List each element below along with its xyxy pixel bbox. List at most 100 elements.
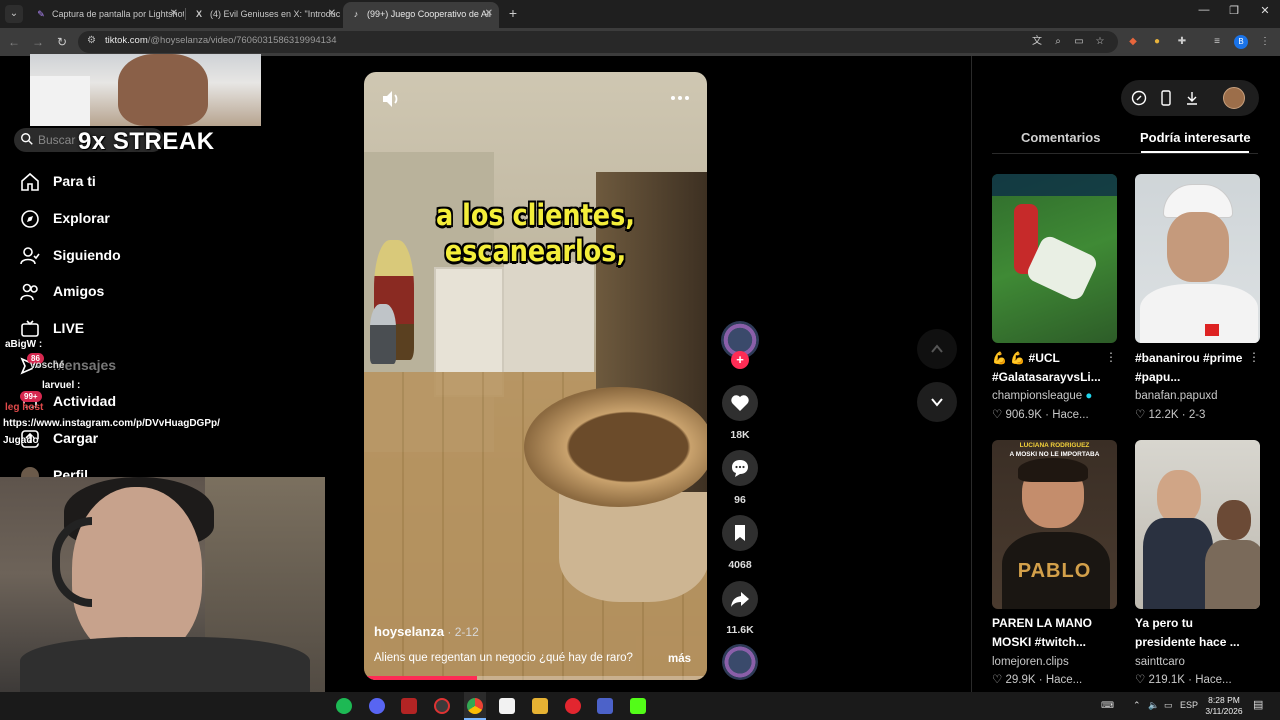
url-text: tiktok.com/@hoyselanza/video/76060315863… (105, 35, 337, 46)
app-icon[interactable] (401, 698, 417, 714)
forward-button[interactable]: → (30, 34, 46, 50)
bookmark-icon (735, 525, 745, 541)
video-thumbnail[interactable] (1135, 440, 1260, 609)
sidebar-item-amigos[interactable]: Amigos (20, 280, 220, 304)
video-author[interactable]: hoyselanza · 2-12 (374, 624, 479, 639)
keyboard-icon[interactable]: ⌨ (1101, 700, 1114, 711)
extensions-puzzle-icon[interactable]: ✚ (1175, 35, 1189, 49)
cast-icon[interactable]: ▭ (1072, 35, 1086, 49)
top-tools-pill (1121, 80, 1259, 116)
chevron-down-icon (931, 398, 943, 407)
comment-count: 96 (734, 494, 746, 506)
search-icon (21, 133, 33, 145)
sidebar-item-para-ti[interactable]: Para ti (20, 170, 220, 194)
reading-list-icon[interactable]: ≡ (1210, 35, 1224, 49)
share-button[interactable] (722, 581, 758, 617)
sidebar-item-cargar[interactable]: Cargar (20, 427, 220, 451)
reload-button[interactable]: ↻ (54, 34, 70, 50)
tab-search-button[interactable]: ⌄ (5, 5, 23, 23)
video-thumbnail[interactable] (992, 174, 1117, 343)
close-tab-icon[interactable]: ✕ (485, 2, 493, 26)
app-icon[interactable] (597, 698, 613, 714)
live-icon (21, 320, 39, 337)
extension-icon[interactable]: ● (1150, 35, 1164, 49)
profile-avatar[interactable]: B (1234, 35, 1248, 49)
comment-icon (732, 460, 748, 477)
video-player[interactable]: a los clientes, escanearlos, hoyselanza … (364, 72, 707, 680)
jugando-overlay: Jugado (3, 435, 39, 446)
next-video-button[interactable] (917, 382, 957, 422)
extension-icon[interactable]: ◆ (1126, 35, 1140, 49)
previous-video-button[interactable] (917, 329, 957, 369)
webcam-overlay-bottom (0, 477, 325, 692)
notifications-icon[interactable]: ▤ (1253, 698, 1263, 711)
system-clock[interactable]: 8:28 PM 3/11/2026 (1198, 695, 1250, 717)
tiktok-icon: ♪ (353, 9, 359, 19)
sidebar-item-actividad[interactable]: Actividad (20, 390, 220, 414)
sidebar-item-explorar[interactable]: Explorar (20, 207, 220, 231)
card-title[interactable]: 💪 💪 #UCL #GalatasarayvsLi... (992, 349, 1104, 387)
close-window-button[interactable]: ✕ (1250, 4, 1280, 17)
chat-user: aBigW : (5, 339, 43, 350)
download-icon[interactable] (1184, 90, 1200, 106)
video-thumbnail[interactable] (1135, 174, 1260, 343)
minimize-button[interactable]: — (1189, 4, 1219, 16)
address-bar[interactable]: ⚙ tiktok.com/@hoyselanza/video/760603158… (78, 31, 1118, 53)
volume-icon[interactable] (380, 88, 402, 110)
card-stats: ♡ 12.2K · 2-3 (1135, 409, 1206, 421)
card-username[interactable]: banafan.papuxd (1135, 390, 1218, 402)
thumbnail-text: LUCIANA RODRIGUEZ (1019, 442, 1090, 449)
card-username[interactable]: lomejoren.clips (992, 656, 1069, 668)
chrome-icon[interactable] (467, 698, 483, 714)
card-more-icon[interactable]: ⋮ (1105, 350, 1117, 364)
speaker-icon[interactable]: 🔈 (1148, 700, 1159, 711)
browser-tab-tiktok[interactable]: ♪ (99+) Juego Cooperativo de Ali ✕ (343, 2, 499, 28)
browser-tab-lightshot[interactable]: ✎ Captura de pantalla por Lightshot ✕ (28, 2, 184, 28)
video-thumbnail[interactable]: LUCIANA RODRIGUEZ A MOSKI NO LE IMPORTAB… (992, 440, 1117, 609)
translate-icon[interactable]: 文 (1030, 35, 1044, 49)
close-tab-icon[interactable]: ✕ (328, 2, 336, 26)
network-icon[interactable]: ▭ (1164, 700, 1173, 711)
card-username[interactable]: sainttcaro (1135, 656, 1185, 668)
card-title[interactable]: #bananirou #prime #papu... (1135, 349, 1247, 387)
tab-comentarios[interactable]: Comentarios (1021, 130, 1100, 145)
new-tab-button[interactable]: + (504, 4, 522, 22)
bookmark-star-icon[interactable]: ☆ (1093, 35, 1107, 49)
chrome-menu-icon[interactable]: ⋮ (1258, 35, 1272, 49)
video-progress-bar[interactable] (364, 676, 707, 680)
app-icon[interactable] (499, 698, 515, 714)
comment-button[interactable] (722, 450, 758, 486)
zoom-icon[interactable]: ⌕ (1051, 35, 1065, 49)
mobile-app-icon[interactable] (1158, 90, 1174, 106)
more-text-button[interactable]: más (668, 653, 691, 665)
coin-icon[interactable] (1131, 90, 1147, 106)
site-info-icon[interactable]: ⚙ (87, 35, 100, 48)
tray-chevron-icon[interactable]: ⌃ (1133, 700, 1141, 711)
close-tab-icon[interactable]: ✕ (170, 2, 178, 26)
obs-icon[interactable] (434, 698, 450, 714)
folder-icon[interactable] (532, 698, 548, 714)
more-options-icon[interactable] (669, 90, 691, 106)
card-username[interactable]: championsleague ● (992, 390, 1092, 402)
sidebar-item-siguiendo[interactable]: Siguiendo (20, 244, 220, 268)
language-indicator[interactable]: ESP (1180, 700, 1198, 710)
opera-icon[interactable] (565, 698, 581, 714)
kick-icon[interactable] (630, 698, 646, 714)
chat-user: leg host (5, 402, 44, 413)
tab-podria-interesarte[interactable]: Podría interesarte (1140, 130, 1251, 145)
like-button[interactable] (722, 385, 758, 421)
browser-tab-x[interactable]: X (4) Evil Geniuses en X: "Introduc ✕ (186, 2, 342, 28)
card-title[interactable]: Ya pero tu presidente hace ... (1135, 614, 1247, 652)
music-disc[interactable] (722, 644, 758, 680)
card-title[interactable]: PAREN LA MANO MOSKI #twitch... (992, 614, 1104, 652)
user-avatar[interactable] (1223, 87, 1245, 109)
follow-plus-button[interactable]: + (731, 351, 749, 369)
save-button[interactable] (722, 515, 758, 551)
spotify-icon[interactable] (336, 698, 352, 714)
card-more-icon[interactable]: ⋮ (1248, 350, 1260, 364)
alien-character (370, 304, 396, 364)
restore-button[interactable]: ❐ (1219, 4, 1249, 17)
discord-icon[interactable] (369, 698, 385, 714)
sidebar-item-live[interactable]: LIVE (20, 317, 220, 341)
back-button[interactable]: ← (6, 34, 22, 50)
